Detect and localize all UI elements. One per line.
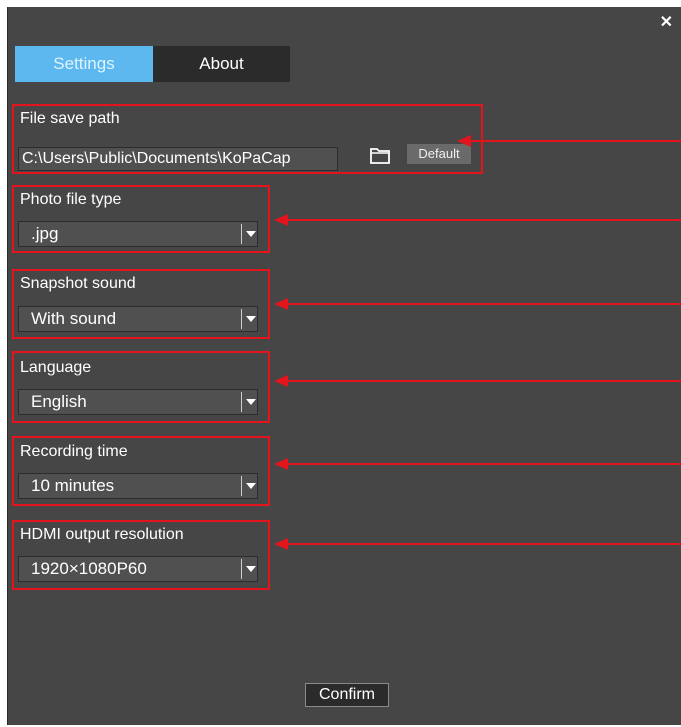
select-divider	[241, 224, 242, 244]
settings-window: ✕ Settings About File save path C:\Users…	[7, 7, 681, 725]
file-save-path-input[interactable]: C:\Users\Public\Documents\KoPaCap	[18, 147, 338, 171]
photo-file-type-select[interactable]: .jpg	[18, 221, 258, 247]
annotation-arrow-head	[274, 458, 288, 470]
hdmi-output-resolution-select[interactable]: 1920×1080P60	[18, 556, 258, 582]
select-divider	[241, 559, 242, 579]
annotation-arrow-line	[288, 219, 681, 221]
annotation-arrow-head	[274, 214, 288, 226]
file-save-path-label: File save path	[20, 110, 120, 127]
snapshot-sound-value: With sound	[31, 309, 117, 328]
annotation-arrow-line	[288, 543, 681, 545]
annotation-arrow-head	[457, 135, 471, 147]
recording-time-value: 10 minutes	[31, 476, 115, 495]
chevron-down-icon	[246, 316, 256, 322]
confirm-button[interactable]: Confirm	[305, 683, 389, 707]
select-divider	[241, 392, 242, 412]
annotation-arrow-line	[288, 463, 681, 465]
annotation-arrow-head	[274, 375, 288, 387]
close-icon[interactable]: ✕	[660, 15, 673, 31]
recording-time-select[interactable]: 10 minutes	[18, 473, 258, 499]
annotation-arrow-head	[274, 298, 288, 310]
hdmi-output-resolution-label: HDMI output resolution	[20, 526, 184, 543]
chevron-down-icon	[246, 566, 256, 572]
chevron-down-icon	[246, 231, 256, 237]
annotation-arrow-line	[288, 380, 681, 382]
folder-open-icon[interactable]	[369, 145, 391, 165]
chevron-down-icon	[246, 483, 256, 489]
language-value: English	[31, 392, 87, 411]
snapshot-sound-select[interactable]: With sound	[18, 306, 258, 332]
default-path-button[interactable]: Default	[407, 144, 471, 164]
select-divider	[241, 309, 242, 329]
recording-time-label: Recording time	[20, 443, 128, 460]
tab-settings[interactable]: Settings	[15, 46, 153, 82]
language-label: Language	[20, 359, 92, 376]
tab-bar: Settings About	[15, 46, 290, 82]
annotation-arrow-head	[274, 538, 288, 550]
chevron-down-icon	[246, 399, 256, 405]
hdmi-output-resolution-value: 1920×1080P60	[31, 559, 147, 578]
annotation-arrow-line	[288, 303, 681, 305]
language-select[interactable]: English	[18, 389, 258, 415]
snapshot-sound-label: Snapshot sound	[20, 275, 136, 292]
annotation-arrow-line	[470, 140, 681, 142]
photo-file-type-value: .jpg	[31, 224, 59, 243]
select-divider	[241, 476, 242, 496]
tab-about[interactable]: About	[153, 46, 290, 82]
photo-file-type-label: Photo file type	[20, 191, 122, 208]
